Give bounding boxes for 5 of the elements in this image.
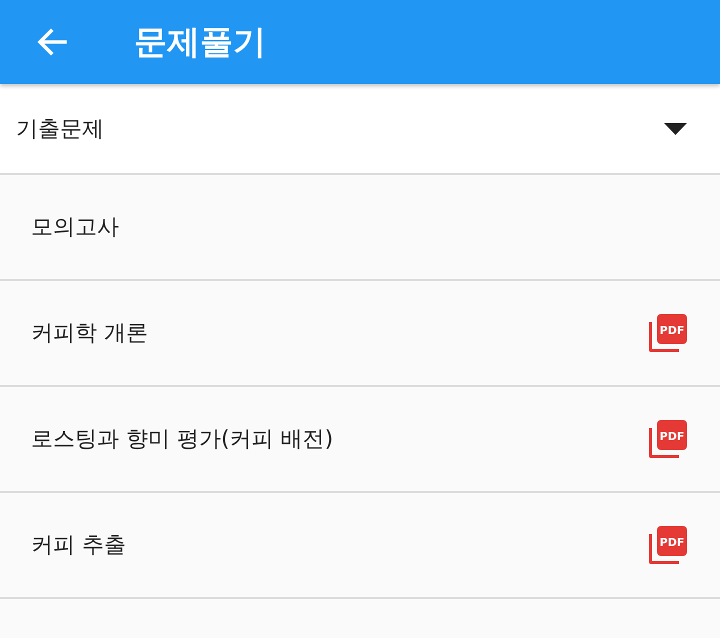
caret-icon (664, 122, 687, 134)
category-dropdown[interactable]: 기출문제 (0, 84, 720, 175)
back-button[interactable] (36, 26, 68, 58)
app-bar-title: 문제풀기 (134, 20, 266, 62)
back-arrow-icon (36, 26, 68, 58)
